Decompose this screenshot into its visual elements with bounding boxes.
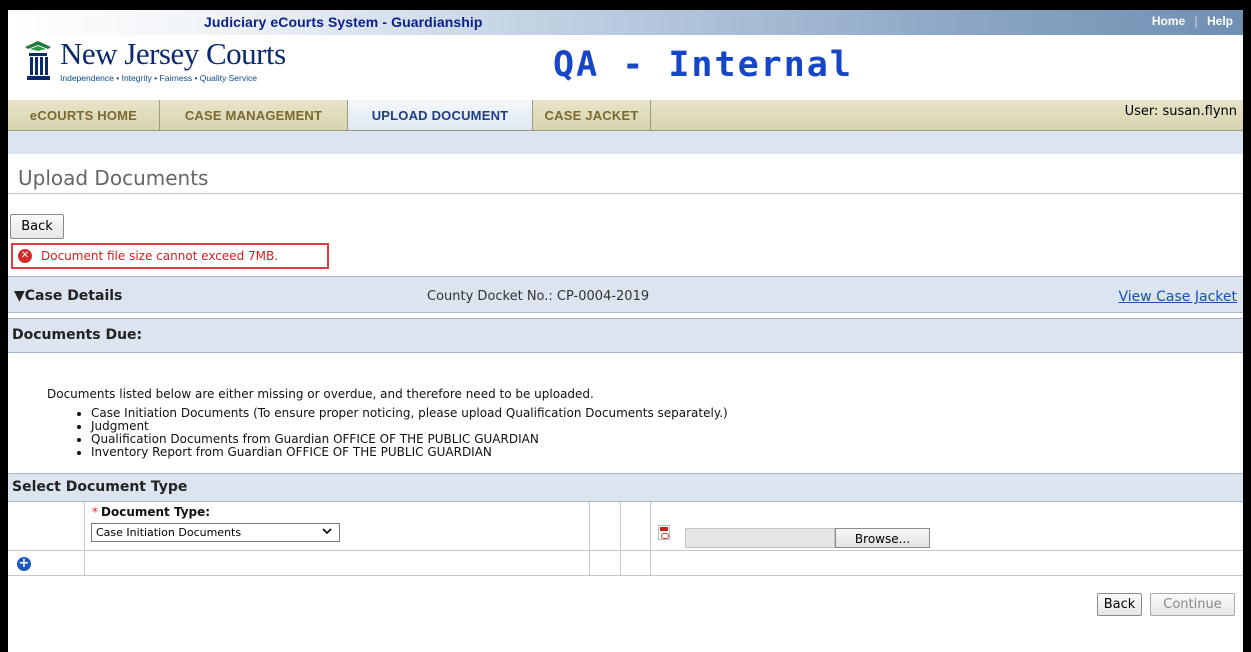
current-user: User: susan.flynn bbox=[1124, 104, 1237, 119]
select-document-type-header: Select Document Type bbox=[12, 479, 188, 495]
table-column-divider bbox=[84, 502, 85, 576]
browse-button[interactable]: Browse... bbox=[835, 528, 930, 548]
page-title: Upload Documents bbox=[18, 166, 209, 190]
home-link[interactable]: Home bbox=[1152, 14, 1185, 28]
list-item: Inventory Report from Guardian OFFICE OF… bbox=[91, 446, 728, 459]
title-divider bbox=[8, 193, 1243, 194]
document-type-select[interactable]: Case Initiation Documents bbox=[91, 523, 340, 542]
window-frame-top bbox=[0, 0, 1251, 10]
window-frame-left bbox=[0, 0, 8, 652]
logo-title: New Jersey Courts bbox=[60, 36, 286, 71]
logo-tagline: Independence • Integrity • Fairness • Qu… bbox=[60, 73, 257, 83]
document-type-label: * Document Type: bbox=[92, 505, 210, 519]
continue-button[interactable]: Continue bbox=[1150, 593, 1235, 616]
table-bottom-border bbox=[8, 575, 1243, 576]
documents-due-header: Documents Due: bbox=[12, 327, 143, 343]
pdf-icon bbox=[658, 525, 670, 540]
required-marker: * bbox=[92, 505, 98, 519]
tab-ecourts-home[interactable]: eCOURTS HOME bbox=[8, 100, 160, 130]
header-strip bbox=[8, 131, 1243, 154]
error-icon: ✕ bbox=[18, 249, 32, 263]
table-column-divider bbox=[620, 502, 621, 576]
page-header: New Jersey Courts Independence • Integri… bbox=[8, 35, 1243, 100]
tab-case-management[interactable]: CASE MANAGEMENT bbox=[160, 100, 348, 130]
county-docket-number: County Docket No.: CP-0004-2019 bbox=[427, 289, 650, 304]
documents-due-list: Case Initiation Documents (To ensure pro… bbox=[75, 407, 728, 459]
table-column-divider bbox=[589, 502, 590, 576]
document-type-label-text: Document Type: bbox=[101, 505, 211, 519]
table-column-divider bbox=[650, 502, 651, 576]
error-message: Document file size cannot exceed 7MB. bbox=[41, 249, 279, 263]
list-item: Case Initiation Documents (To ensure pro… bbox=[91, 407, 728, 420]
help-link[interactable]: Help bbox=[1207, 14, 1233, 28]
error-message-box: ✕ Document file size cannot exceed 7MB. bbox=[11, 243, 329, 269]
back-button-top[interactable]: Back bbox=[10, 214, 64, 239]
top-links-separator: | bbox=[1194, 14, 1198, 28]
main-nav: eCOURTS HOME CASE MANAGEMENT UPLOAD DOCU… bbox=[8, 100, 1243, 131]
system-title-bar: Judiciary eCourts System - Guardianship … bbox=[8, 10, 1243, 35]
table-row-divider bbox=[8, 550, 1243, 551]
tab-upload-document[interactable]: UPLOAD DOCUMENT bbox=[348, 100, 533, 130]
case-details-bar: ▼Case Details County Docket No.: CP-0004… bbox=[8, 276, 1243, 313]
window-frame-right bbox=[1243, 0, 1251, 652]
top-links: Home | Help bbox=[1152, 14, 1233, 28]
documents-due-bar: Documents Due: bbox=[8, 318, 1243, 353]
view-case-jacket-link[interactable]: View Case Jacket bbox=[1118, 289, 1237, 305]
file-path-field[interactable] bbox=[685, 528, 835, 548]
select-document-type-bar: Select Document Type bbox=[8, 473, 1243, 502]
chevron-down-icon bbox=[321, 525, 333, 542]
tab-case-jacket[interactable]: CASE JACKET bbox=[533, 100, 651, 130]
add-icon[interactable]: + bbox=[17, 557, 31, 571]
document-type-selected: Case Initiation Documents bbox=[96, 526, 242, 539]
nj-courts-logo-icon bbox=[25, 41, 51, 80]
system-title: Judiciary eCourts System - Guardianship bbox=[204, 14, 483, 30]
case-details-header[interactable]: ▼Case Details bbox=[14, 288, 122, 304]
environment-label: QA - Internal bbox=[553, 45, 853, 85]
back-button[interactable]: Back bbox=[1097, 593, 1142, 616]
documents-due-intro: Documents listed below are either missin… bbox=[47, 387, 594, 401]
